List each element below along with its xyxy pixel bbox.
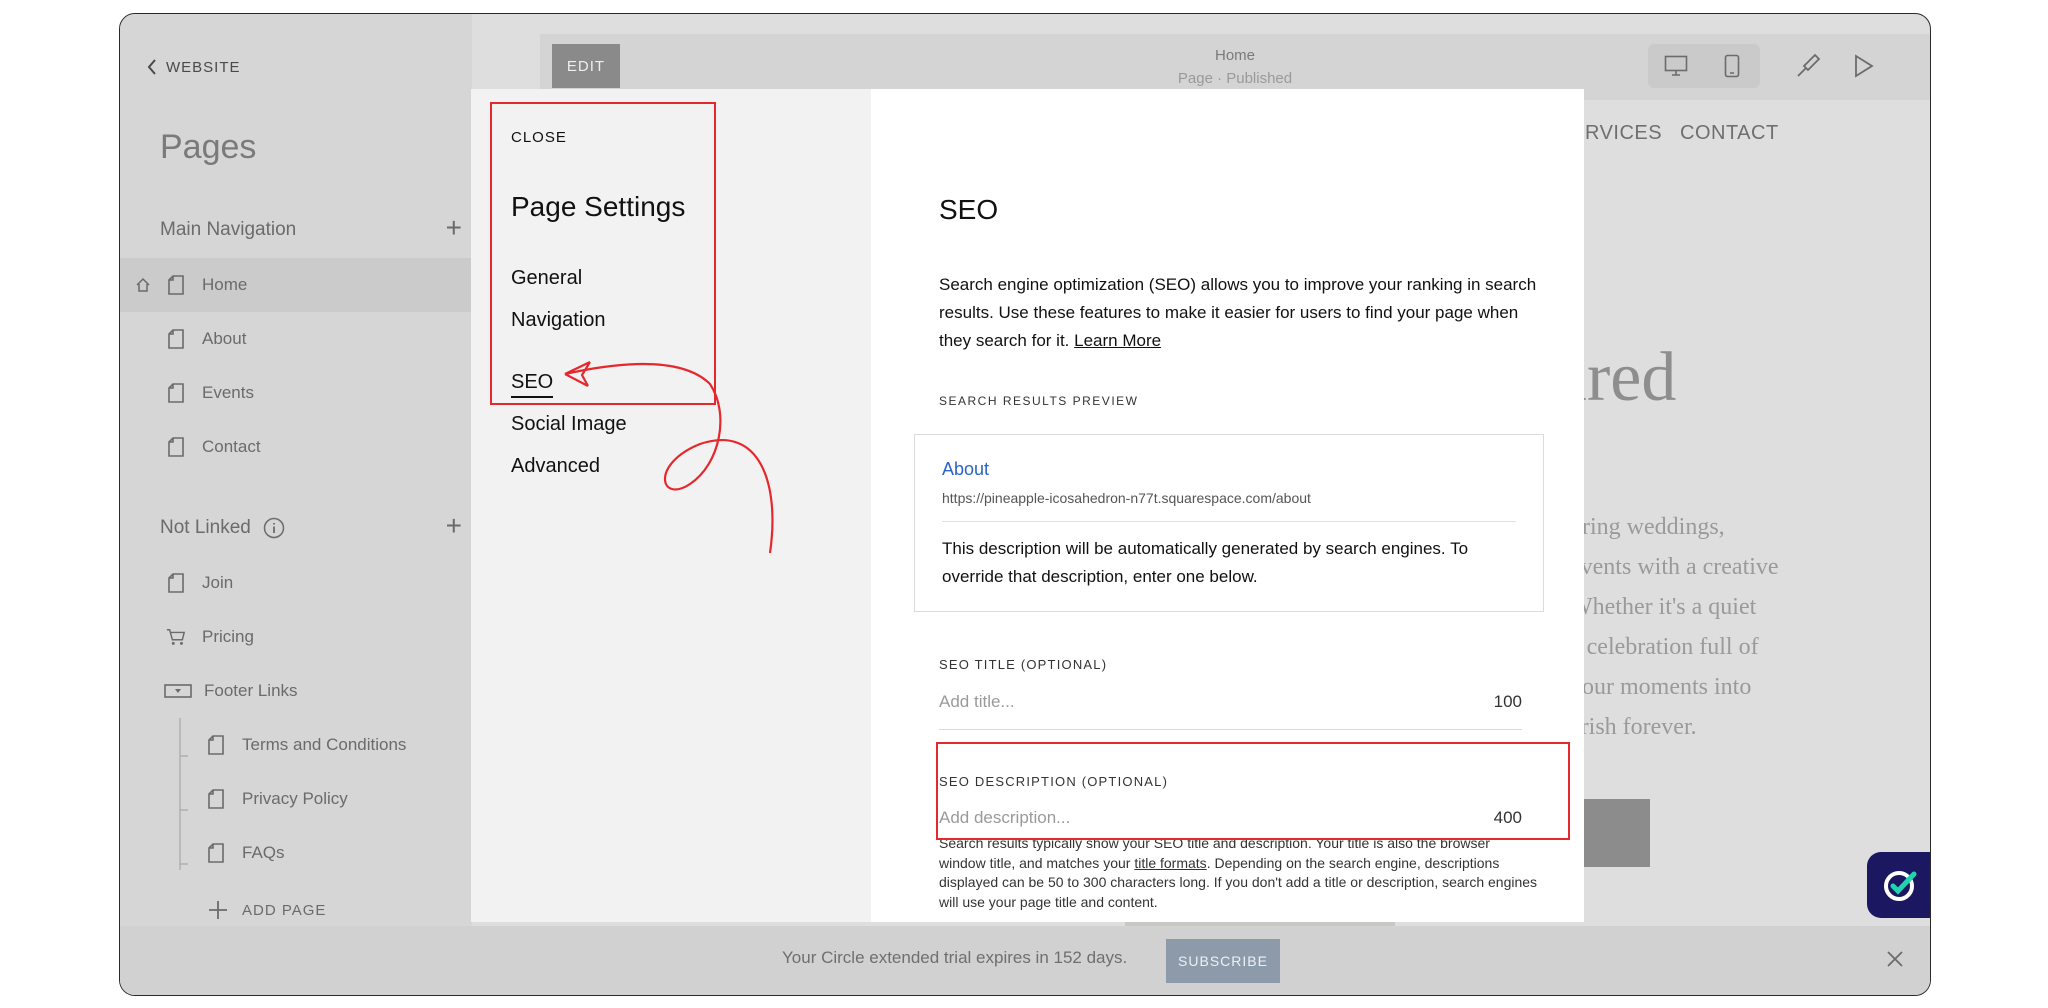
seo-title-underline [939, 729, 1522, 730]
sidebar-item-label: Home [202, 275, 248, 294]
sidebar-item-contact[interactable]: Contact [120, 420, 472, 474]
seo-title-count: 100 [1493, 692, 1522, 711]
add-not-linked-icon[interactable]: + [446, 510, 462, 542]
main-navigation-heading: Main Navigation [160, 219, 297, 240]
subscribe-button[interactable]: SUBSCRIBE [1166, 939, 1280, 983]
add-main-nav-icon[interactable]: + [446, 212, 462, 244]
page-icon [206, 788, 226, 810]
preview-url: https://pineapple-icosahedron-n77t.squar… [942, 490, 1311, 506]
pages-sidebar: WEBSITE Pages Main Navigation + Home Abo… [120, 14, 472, 995]
preview-divider [942, 521, 1516, 522]
page-icon [206, 734, 226, 756]
sidebar-item-join[interactable]: Join [120, 556, 472, 610]
trial-text: Your Circle extended trial expires in 15… [782, 948, 1128, 967]
sidebar-item-privacy[interactable]: Privacy Policy [120, 772, 472, 826]
title-formats-link[interactable]: title formats [1134, 855, 1206, 871]
search-preview-card: About https://pineapple-icosahedron-n77t… [914, 434, 1544, 612]
sidebar-item-label: Contact [202, 437, 261, 456]
annotation-box-settings-nav [490, 102, 716, 405]
device-toggle [1648, 44, 1760, 88]
sidebar-item-faqs[interactable]: FAQs [120, 826, 472, 880]
seo-title-input[interactable]: Add title... [939, 692, 1015, 712]
site-para-line: a celebration full of [1570, 634, 1759, 660]
page-icon [166, 274, 186, 296]
seo-intro: Search engine optimization (SEO) allows … [939, 275, 1537, 350]
settings-nav-advanced[interactable]: Advanced [511, 455, 600, 478]
sidebar-item-terms[interactable]: Terms and Conditions [120, 718, 472, 772]
page-icon [166, 436, 186, 458]
seo-help-text: Search results typically show your SEO t… [939, 835, 1538, 910]
site-para-line: Whether it's a quiet [1570, 594, 1757, 620]
site-para-line: uring weddings, [1570, 514, 1725, 540]
site-cta-button[interactable] [1580, 799, 1650, 867]
desktop-icon [1664, 55, 1688, 76]
plus-icon [209, 901, 227, 919]
sidebar-item-label: Terms and Conditions [242, 735, 407, 754]
sidebar-item-home[interactable]: Home [120, 258, 472, 312]
sidebar-item-footer-links[interactable]: Footer Links [120, 664, 472, 718]
seo-heading: SEO [939, 194, 999, 225]
home-icon [120, 277, 166, 293]
back-label: WEBSITE [166, 58, 241, 76]
check-circle-icon [1884, 871, 1917, 901]
play-icon [1855, 54, 1874, 78]
sidebar-item-label: About [202, 329, 247, 348]
chevron-left-icon [147, 59, 156, 75]
sidebar-item-label: Events [202, 383, 254, 402]
edit-button[interactable]: EDIT [552, 44, 620, 88]
folder-dropdown-icon [164, 680, 192, 702]
site-nav-contact[interactable]: CONTACT [1680, 122, 1779, 145]
learn-more-link[interactable]: Learn More [1074, 331, 1161, 350]
design-tool-button[interactable] [1786, 44, 1830, 88]
info-icon[interactable] [263, 517, 285, 539]
sidebar-item-about[interactable]: About [120, 312, 472, 366]
add-page-button[interactable]: ADD PAGE [208, 900, 326, 920]
close-banner-icon[interactable] [1886, 944, 1904, 975]
sidebar-item-label: Join [202, 573, 234, 592]
page-icon [166, 572, 186, 594]
preview-description: This description will be automatically g… [942, 539, 1469, 586]
preview-title: About [942, 459, 990, 479]
site-para-line: erish forever. [1570, 714, 1697, 740]
back-to-website-link[interactable]: WEBSITE [146, 58, 241, 76]
not-linked-heading: Not Linked [160, 517, 285, 539]
sidebar-item-events[interactable]: Events [120, 366, 472, 420]
paintbrush-icon [1797, 53, 1821, 77]
sidebar-item-label: Privacy Policy [242, 789, 348, 808]
page-icon [166, 328, 186, 350]
desktop-view-button[interactable] [1648, 44, 1704, 88]
sidebar-item-label: Footer Links [204, 681, 298, 700]
site-para-line: events with a creative [1570, 554, 1779, 580]
annotation-box-seo-description [936, 742, 1570, 840]
preview-button[interactable] [1842, 44, 1886, 88]
sidebar-item-label: FAQs [242, 843, 285, 862]
seo-title-label: SEO TITLE (OPTIONAL) [939, 657, 1108, 672]
sidebar-item-label: Pricing [202, 627, 254, 646]
page-status: Page · Published [1177, 70, 1293, 87]
site-para-line: your moments into [1570, 674, 1752, 700]
mobile-icon [1724, 54, 1740, 78]
trial-banner: Your Circle extended trial expires in 15… [120, 926, 1930, 995]
app-window: WEBSITE Pages Main Navigation + Home Abo… [119, 13, 1931, 996]
site-nav-services[interactable]: RVICES [1585, 122, 1662, 145]
cart-icon [166, 626, 186, 648]
sidebar-title: Pages [160, 128, 257, 166]
search-preview-label: SEARCH RESULTS PREVIEW [939, 394, 1139, 408]
sidebar-item-pricing[interactable]: Pricing [120, 610, 472, 664]
mobile-view-button[interactable] [1704, 44, 1760, 88]
page-icon [206, 842, 226, 864]
current-page-name: Home [1214, 47, 1255, 64]
assistant-widget-button[interactable] [1867, 852, 1930, 918]
page-icon [166, 382, 186, 404]
settings-nav-social-image[interactable]: Social Image [511, 413, 627, 436]
